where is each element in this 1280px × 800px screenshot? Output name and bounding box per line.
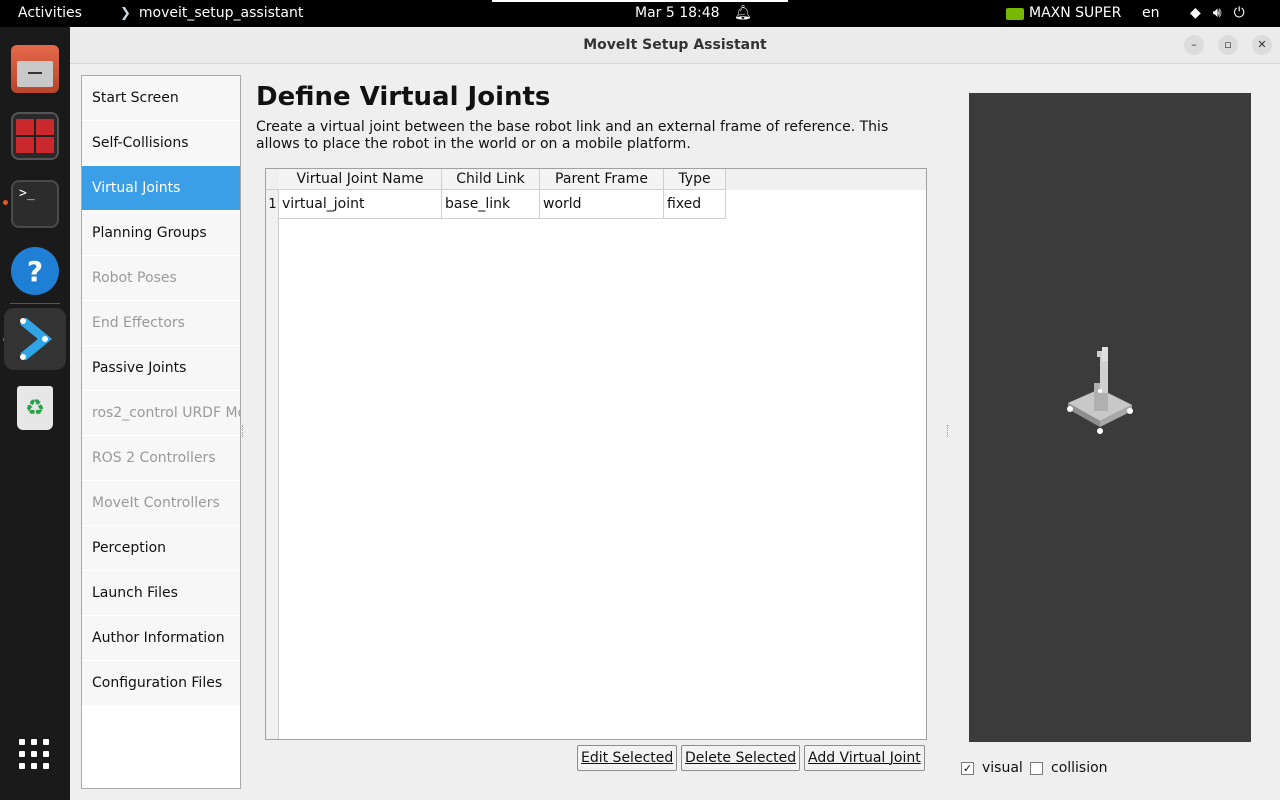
nav-item-virtual-joints[interactable]: Virtual Joints: [82, 166, 240, 211]
dock-separator: [10, 303, 60, 304]
nav-item-ros2-controllers: ROS 2 Controllers: [82, 436, 240, 481]
right-splitter-handle[interactable]: [947, 425, 949, 437]
close-button[interactable]: ✕: [1252, 35, 1272, 55]
collision-label: collision: [1051, 760, 1108, 776]
nvidia-icon: [1006, 7, 1024, 20]
add-virtual-joint-button[interactable]: Add Virtual Joint: [804, 745, 925, 771]
collision-checkbox[interactable]: [1030, 761, 1043, 775]
focused-app-menu[interactable]: ❯ moveit_setup_assistant: [120, 0, 303, 27]
trash-icon[interactable]: ♻: [11, 384, 59, 432]
wifi-icon: ◆: [1190, 5, 1201, 21]
nav-item-launch-files[interactable]: Launch Files: [82, 571, 240, 616]
virtual-joints-table[interactable]: Virtual Joint Name Child Link Parent Fra…: [265, 168, 927, 740]
power-mode-indicator[interactable]: MAXN SUPER: [1006, 0, 1121, 27]
column-header-child-link[interactable]: Child Link: [442, 169, 540, 190]
minimize-button[interactable]: –: [1184, 35, 1204, 55]
collision-toggle[interactable]: collision: [1030, 760, 1108, 776]
delete-selected-button[interactable]: Delete Selected: [681, 745, 801, 771]
table-cell-virtual-joint-name[interactable]: virtual_joint: [279, 190, 442, 219]
moveit-app-icon: ❯: [120, 6, 131, 21]
nav-item-passive-joints[interactable]: Passive Joints: [82, 346, 240, 391]
visual-label: visual: [982, 760, 1023, 776]
nav-item-moveit-controllers: MoveIt Controllers: [82, 481, 240, 526]
power-icon: ⏻: [1233, 5, 1245, 21]
column-header-parent-frame[interactable]: Parent Frame: [540, 169, 664, 190]
notification-bell-icon[interactable]: 🔔︎: [734, 0, 752, 27]
nav-item-perception[interactable]: Perception: [82, 526, 240, 571]
visual-toggle[interactable]: ✓ visual: [961, 760, 1023, 776]
app-window: MoveIt Setup Assistant – ▫ ✕ Start Scree…: [70, 27, 1280, 800]
row-number[interactable]: 1: [266, 190, 279, 219]
dock: >_ ? ♻: [0, 27, 70, 800]
help-app-icon[interactable]: ?: [11, 247, 59, 295]
activities-button[interactable]: Activities: [18, 0, 82, 27]
page-title: Define Virtual Joints: [256, 82, 551, 112]
robot-model: [1067, 347, 1133, 434]
keyboard-language[interactable]: en: [1142, 0, 1160, 27]
table-cell-parent-frame[interactable]: world: [540, 190, 664, 219]
nav-item-end-effectors: End Effectors: [82, 301, 240, 346]
left-splitter-handle[interactable]: [242, 425, 244, 437]
nav-item-author-information[interactable]: Author Information: [82, 616, 240, 661]
table-cell-type[interactable]: fixed: [664, 190, 726, 219]
volume-icon: 🔊︎: [1212, 5, 1222, 21]
robot-3d-viewer[interactable]: [969, 93, 1251, 742]
files-app-icon[interactable]: [11, 45, 59, 93]
system-top-bar: Activities ❯ moveit_setup_assistant Mar …: [0, 0, 1280, 27]
clock[interactable]: Mar 5 18:48: [635, 0, 720, 27]
power-mode-label: MAXN SUPER: [1029, 5, 1122, 21]
nav-item-self-collisions[interactable]: Self-Collisions: [82, 121, 240, 166]
nav-item-start-screen[interactable]: Start Screen: [82, 76, 240, 121]
system-status-menu[interactable]: ◆ 🔊︎ ⏻: [1190, 0, 1245, 27]
running-indicator: [3, 200, 8, 205]
nav-item-configuration-files[interactable]: Configuration Files: [82, 661, 240, 706]
visual-checkbox[interactable]: ✓: [961, 761, 974, 775]
nav-item-planning-groups[interactable]: Planning Groups: [82, 211, 240, 256]
terminator-app-icon[interactable]: [11, 112, 59, 160]
column-header-virtual-joint-name[interactable]: Virtual Joint Name: [279, 169, 442, 190]
maximize-button[interactable]: ▫: [1218, 35, 1238, 55]
column-header-type[interactable]: Type: [664, 169, 726, 190]
row-header-column: [266, 190, 279, 739]
terminal-app-icon[interactable]: >_: [11, 180, 59, 228]
edit-selected-button[interactable]: Edit Selected: [577, 745, 678, 771]
moveit-setup-assistant-app-icon[interactable]: [4, 308, 66, 370]
corner-header: [266, 169, 279, 190]
page-description: Create a virtual joint between the base …: [256, 119, 889, 152]
setup-steps-list: Start Screen Self-Collisions Virtual Joi…: [81, 75, 241, 789]
table-cell-child-link[interactable]: base_link: [442, 190, 540, 219]
table-header: Virtual Joint Name Child Link Parent Fra…: [266, 169, 926, 190]
window-titlebar[interactable]: MoveIt Setup Assistant – ▫ ✕: [70, 27, 1280, 64]
nav-item-ros2-control-urdf: ros2_control URDF Modifications: [82, 391, 240, 436]
show-apps-icon[interactable]: [19, 739, 49, 769]
focused-app-name: moveit_setup_assistant: [138, 5, 304, 21]
window-title: MoveIt Setup Assistant: [583, 37, 767, 53]
nav-item-robot-poses: Robot Poses: [82, 256, 240, 301]
